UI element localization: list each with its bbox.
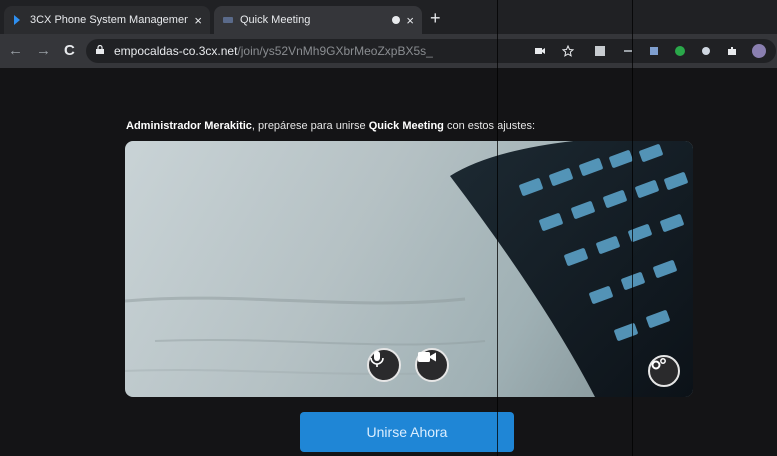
user-name: Administrador Merakitic — [126, 120, 252, 132]
tab-title: 3CX Phone System Managemen — [30, 14, 189, 26]
browser-toolbar: ← → C empocaldas-co.3cx.net/join/ys52VnM… — [0, 34, 777, 68]
meeting-favicon-icon — [223, 17, 233, 23]
url-path: /join/ys52VnMh9GXbrMeoZxpBX5s_ — [237, 44, 433, 58]
recording-indicator-icon — [392, 16, 401, 24]
camera-preview-image — [125, 141, 693, 397]
prompt-text: con estos ajustes: — [443, 120, 536, 132]
mic-icon — [370, 351, 384, 367]
star-icon[interactable] — [562, 45, 574, 57]
join-now-button[interactable]: Unirse Ahora — [300, 412, 514, 452]
url-host: empocaldas-co.3cx.net — [114, 44, 238, 58]
extension-icon[interactable] — [674, 45, 686, 57]
profile-avatar-icon[interactable] — [752, 44, 766, 58]
forward-button[interactable]: → — [36, 42, 51, 60]
settings-gear-icon — [651, 358, 666, 370]
new-tab-button[interactable]: + — [430, 8, 441, 28]
extension-icon[interactable] — [594, 45, 606, 57]
tab-close-icon[interactable]: × — [194, 13, 202, 28]
tab-close-icon[interactable]: × — [406, 13, 414, 28]
3cx-favicon-icon — [14, 15, 20, 25]
screen-artifact-line — [632, 0, 633, 456]
address-bar[interactable]: empocaldas-co.3cx.net/join/ys52VnMh9GXbr… — [86, 39, 776, 63]
device-settings-button[interactable] — [648, 355, 680, 387]
join-prompt: Administrador Merakitic, prepárese para … — [126, 120, 535, 132]
microphone-toggle-button[interactable] — [367, 348, 401, 382]
camera-preview — [125, 141, 693, 397]
browser-tab-strip: 3CX Phone System Managemen × Quick Meeti… — [0, 0, 777, 34]
meeting-page: Administrador Merakitic, prepárese para … — [0, 68, 777, 456]
extension-icon[interactable] — [648, 45, 660, 57]
screen-artifact-line — [497, 0, 498, 456]
camera-icon — [418, 352, 436, 362]
extension-icon[interactable] — [700, 45, 712, 57]
tab-title: Quick Meeting — [240, 14, 311, 26]
back-button[interactable]: ← — [8, 42, 23, 60]
tab-3cx-management[interactable]: 3CX Phone System Managemen × — [4, 6, 210, 34]
reload-button[interactable]: C — [64, 42, 75, 60]
meeting-name: Quick Meeting — [368, 120, 444, 132]
camera-access-icon[interactable] — [534, 45, 546, 57]
tab-quick-meeting[interactable]: Quick Meeting × — [214, 6, 422, 34]
prompt-text: , prepárese para unirse — [251, 120, 369, 132]
url-text: empocaldas-co.3cx.net/join/ys52VnMh9GXbr… — [114, 44, 433, 58]
extensions-icon[interactable] — [726, 45, 738, 57]
lock-icon — [96, 45, 104, 54]
camera-toggle-button[interactable] — [415, 348, 449, 382]
